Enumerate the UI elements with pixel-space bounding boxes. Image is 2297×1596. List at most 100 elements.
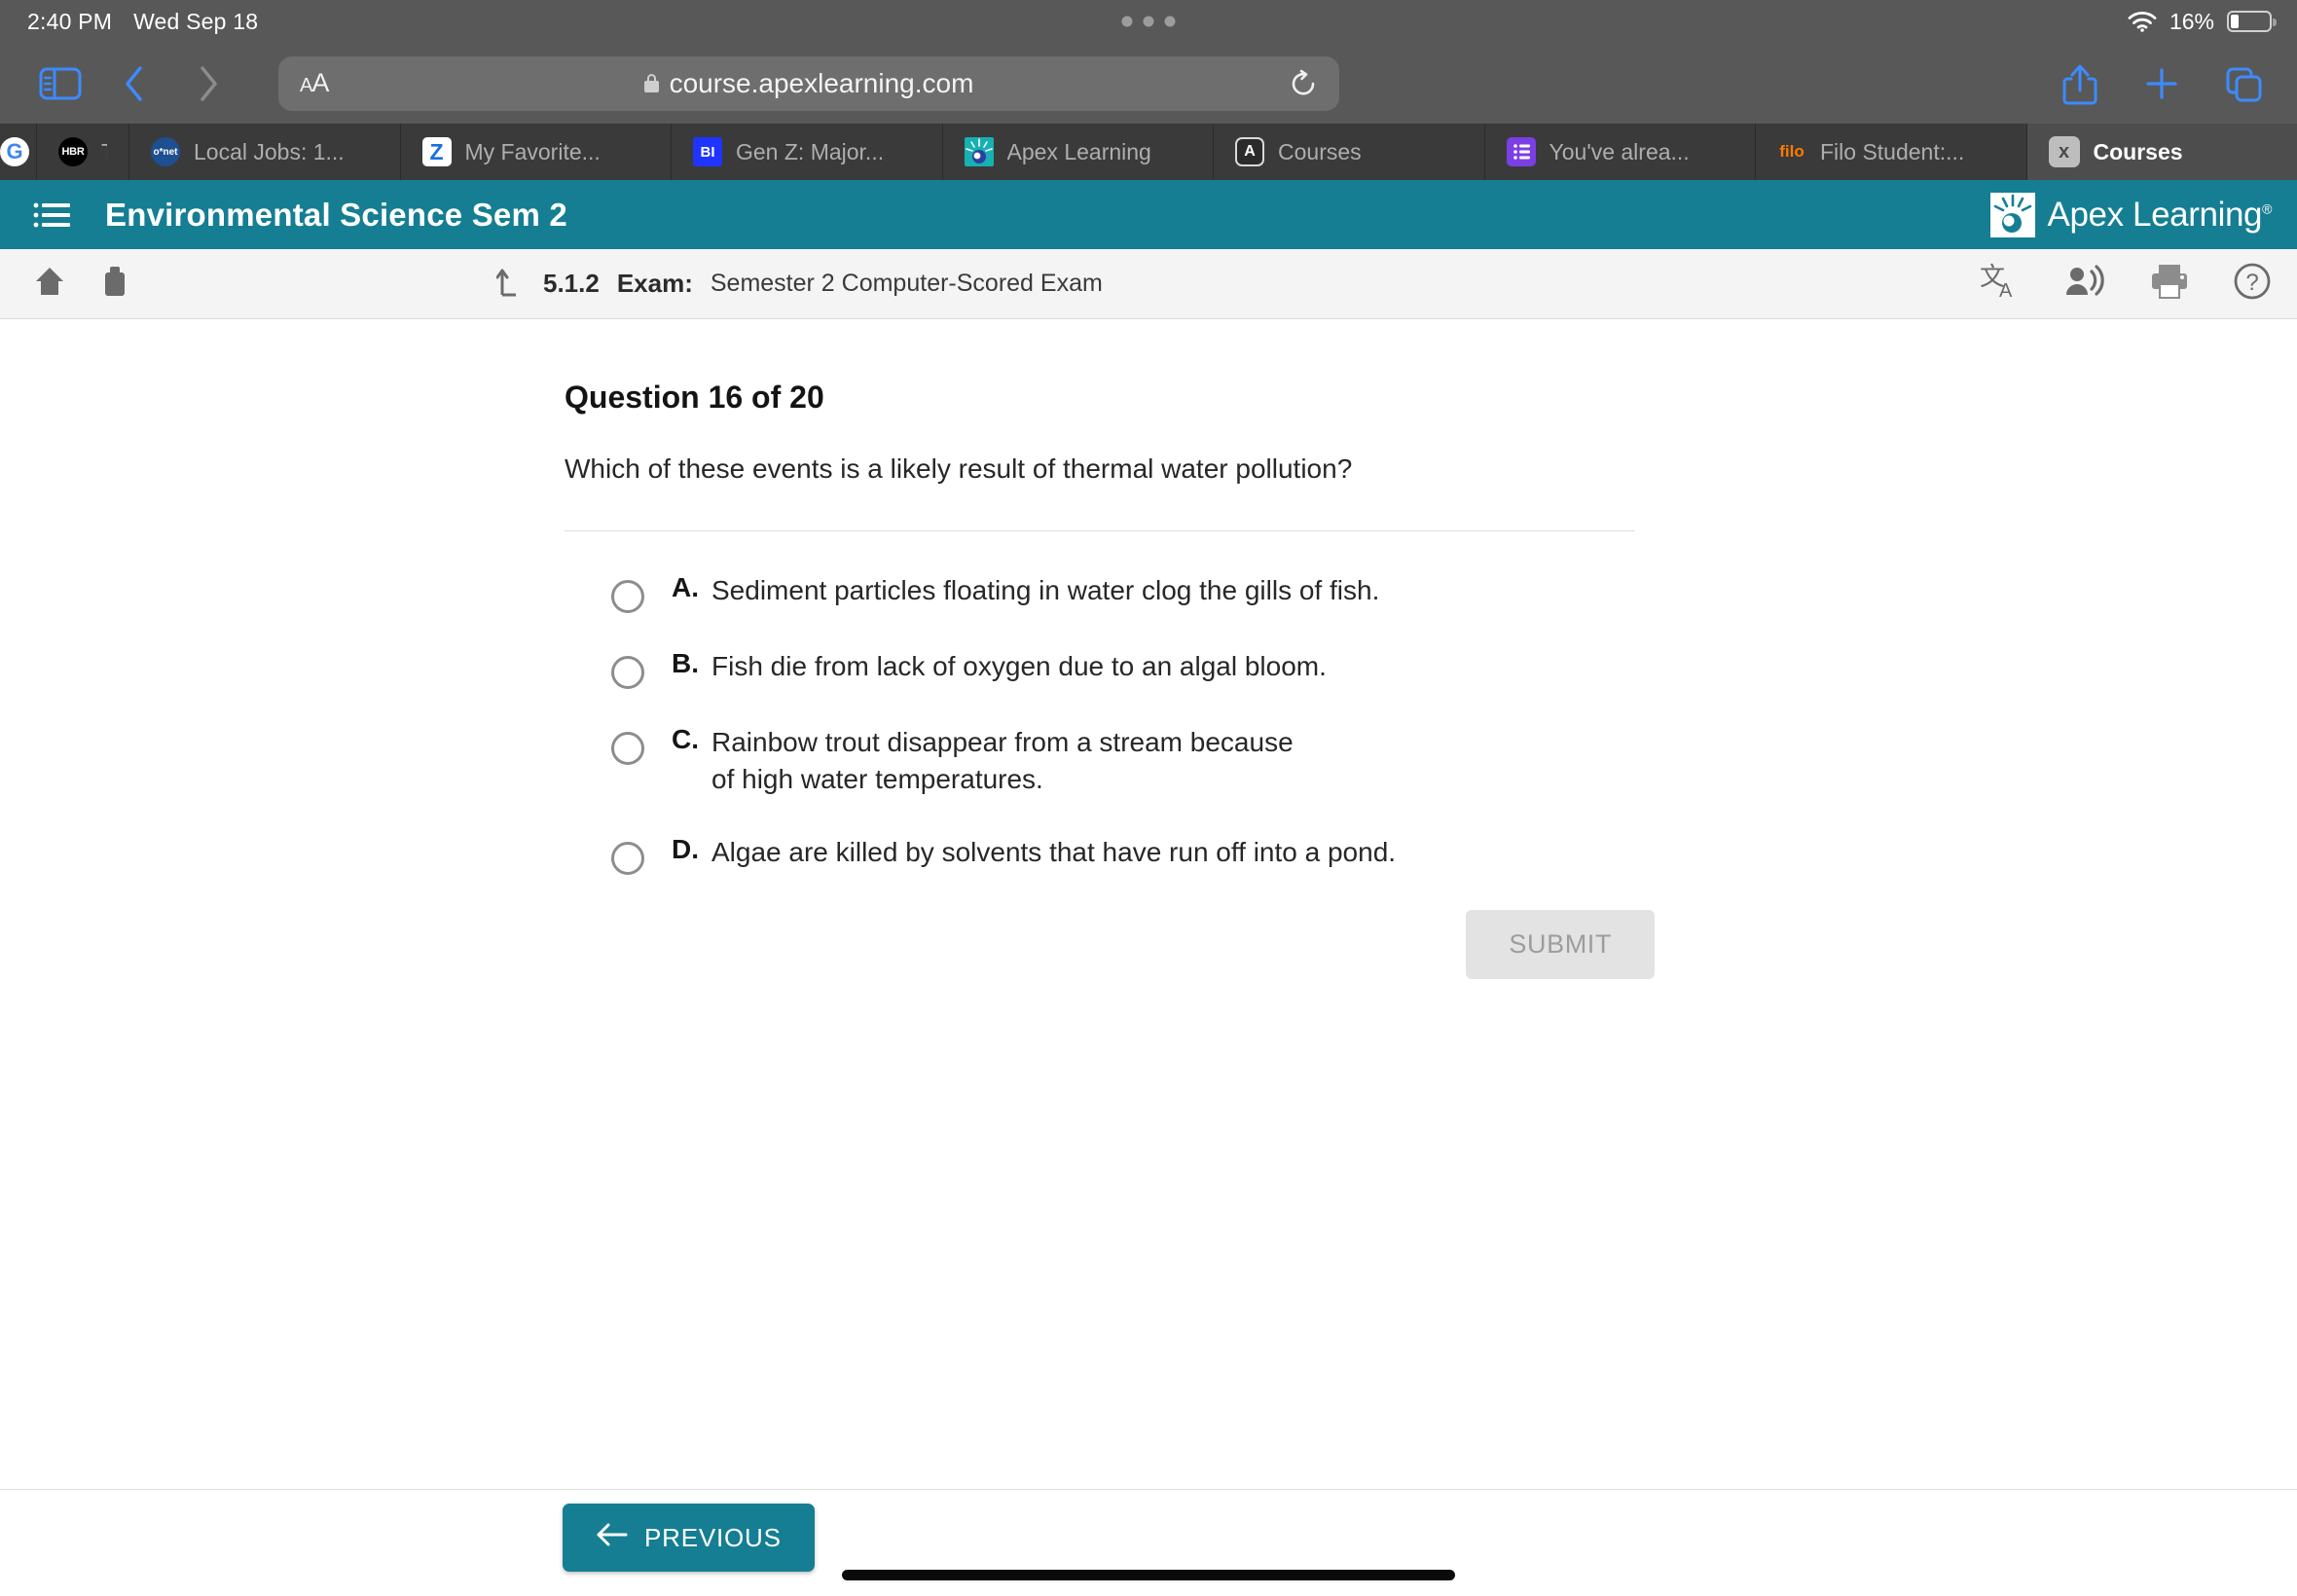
tab-label: My Favorite... <box>464 138 601 164</box>
apex-learning-icon <box>964 137 994 166</box>
activity-toolbar-left <box>33 265 130 303</box>
tab-label: Local Jobs: 1... <box>194 138 345 164</box>
tab-label: The M <box>101 139 107 165</box>
help-icon[interactable]: ? <box>2233 262 2272 306</box>
question-prompt: Which of these events is a likely result… <box>565 453 1353 484</box>
battery-icon <box>2227 11 2277 32</box>
page-title: Environmental Science Sem 2 <box>105 196 567 233</box>
option-letter: C. <box>672 723 699 754</box>
trademark: ® <box>2262 200 2272 216</box>
activity-number: 5.1.2 <box>543 269 600 298</box>
apex-learning-logo-icon <box>1989 192 2035 237</box>
breadcrumb: 5.1.2 Exam: Semester 2 Computer-Scored E… <box>495 266 1103 302</box>
svg-text:?: ? <box>2245 270 2258 296</box>
multitask-dots-icon[interactable] <box>1121 16 1176 27</box>
tab-label: Filo Student:... <box>1820 138 1965 164</box>
tab-courses[interactable]: A Courses <box>1214 124 1485 180</box>
ziprecruiter-icon: Z <box>421 137 452 166</box>
tab-label: Gen Z: Major... <box>736 138 885 164</box>
activity-toolbar-right: 文 A ? <box>1980 262 2272 306</box>
question-container: Question 16 of 20 Which of these events … <box>565 380 1635 876</box>
option-letter: B. <box>672 647 699 678</box>
forward-chevron-icon <box>171 54 245 113</box>
list-icon <box>1506 137 1536 166</box>
briefcase-icon[interactable] <box>99 265 130 303</box>
status-bar-left: 2:40 PM Wed Sep 18 <box>0 9 258 35</box>
brand-name: Apex Learning® <box>2047 195 2273 234</box>
translate-icon[interactable]: 文 A <box>1980 262 2021 306</box>
tab-label: Courses <box>1278 138 1362 164</box>
onet-icon: o*net <box>151 137 180 166</box>
close-icon[interactable]: x <box>2048 136 2080 167</box>
print-icon[interactable] <box>2149 263 2190 305</box>
share-icon[interactable] <box>2060 61 2100 106</box>
text-size-button[interactable]: AA <box>300 68 329 98</box>
sidebar-toggle-icon[interactable] <box>23 54 97 113</box>
question-panel: Question 16 of 20 Which of these events … <box>0 319 2297 1533</box>
address-bar[interactable]: AA course.apexlearning.com <box>278 55 1339 111</box>
radio-button[interactable] <box>611 731 644 765</box>
course-header: Environmental Science Sem 2 Apex Learnin… <box>0 180 2297 249</box>
ios-status-bar: 2:40 PM Wed Sep 18 16% <box>0 0 2297 43</box>
tab-courses-active[interactable]: x Courses <box>2026 124 2297 180</box>
address-bar-center: course.apexlearning.com <box>278 68 1339 99</box>
navigation-footer: PREVIOUS <box>0 1489 2297 1596</box>
home-icon[interactable] <box>33 265 66 303</box>
option-letter: D. <box>672 834 699 865</box>
radio-button[interactable] <box>611 842 644 876</box>
radio-button[interactable] <box>611 655 644 689</box>
activity-title: Semester 2 Computer-Scored Exam <box>710 270 1103 297</box>
browser-right-tools <box>2060 61 2274 106</box>
tab-my-favorites[interactable]: Z My Favorite... <box>401 124 672 180</box>
brand-logo: Apex Learning® <box>1989 192 2273 237</box>
answer-option-c[interactable]: C. Rainbow trout disappear from a stream… <box>611 724 1635 799</box>
tab-label: Courses <box>2093 138 2183 164</box>
answer-option-b[interactable]: B. Fish die from lack of oxygen due to a… <box>611 648 1635 689</box>
submit-row: SUBMIT <box>565 910 1655 980</box>
up-level-arrow-icon[interactable] <box>495 266 526 302</box>
answer-option-d[interactable]: D. Algae are killed by solvents that hav… <box>611 834 1635 876</box>
tabs-overview-icon[interactable] <box>2223 61 2264 106</box>
submit-button[interactable]: SUBMIT <box>1466 910 1655 980</box>
previous-button[interactable]: PREVIOUS <box>563 1504 815 1572</box>
tab-label: Apex Learning <box>1006 138 1151 164</box>
tab-local-jobs[interactable]: o*net Local Jobs: 1... <box>129 124 401 180</box>
tab-hbr[interactable]: HBR The M <box>37 124 129 180</box>
arrow-left-icon <box>596 1522 629 1554</box>
ipad-screen: 2:40 PM Wed Sep 18 16% A A course.apexle… <box>0 0 2297 1596</box>
url-text: course.apexlearning.com <box>669 67 974 98</box>
safari-toolbar: AA course.apexlearning.com <box>0 43 2297 124</box>
hamburger-menu-icon[interactable] <box>33 201 70 229</box>
lock-icon <box>643 74 659 92</box>
radio-button[interactable] <box>611 579 644 613</box>
back-chevron-icon[interactable] <box>97 54 171 113</box>
option-text: Sediment particles floating in water clo… <box>711 574 1380 605</box>
status-date: Wed Sep 18 <box>133 8 259 34</box>
home-indicator[interactable] <box>842 1570 1455 1580</box>
tab-youve-already[interactable]: You've alrea... <box>1485 124 1756 180</box>
plus-icon[interactable] <box>2141 61 2182 106</box>
svg-text:A: A <box>1999 280 2013 301</box>
answer-options: A. Sediment particles floating in water … <box>611 572 1635 876</box>
google-icon: G <box>0 137 29 166</box>
read-aloud-icon[interactable] <box>2063 262 2106 306</box>
status-bar-right: 16% <box>2128 9 2297 35</box>
activity-toolbar: 5.1.2 Exam: Semester 2 Computer-Scored E… <box>0 249 2297 319</box>
tab-strip: G HBR The M o*net Local Jobs: 1... Z My … <box>0 124 2297 180</box>
reload-icon[interactable] <box>1289 69 1318 98</box>
question-divider <box>565 529 1635 531</box>
tab-google[interactable]: G <box>0 124 37 180</box>
option-text: Algae are killed by solvents that have r… <box>711 837 1397 868</box>
business-insider-icon: BI <box>693 137 722 166</box>
hbr-icon: HBR <box>58 137 88 166</box>
tab-gen-z[interactable]: BI Gen Z: Major... <box>672 124 943 180</box>
option-text: Fish die from lack of oxygen due to an a… <box>711 650 1327 681</box>
apex-courses-icon: A <box>1235 137 1264 166</box>
option-text: Rainbow trout disappear from a stream be… <box>711 726 1294 795</box>
wifi-icon <box>2128 11 2157 32</box>
option-letter: A. <box>672 571 699 602</box>
tab-apex-learning[interactable]: Apex Learning <box>943 124 1214 180</box>
status-time: 2:40 PM <box>27 8 113 34</box>
answer-option-a[interactable]: A. Sediment particles floating in water … <box>611 572 1635 613</box>
tab-filo-student[interactable]: filo Filo Student:... <box>1756 124 2027 180</box>
